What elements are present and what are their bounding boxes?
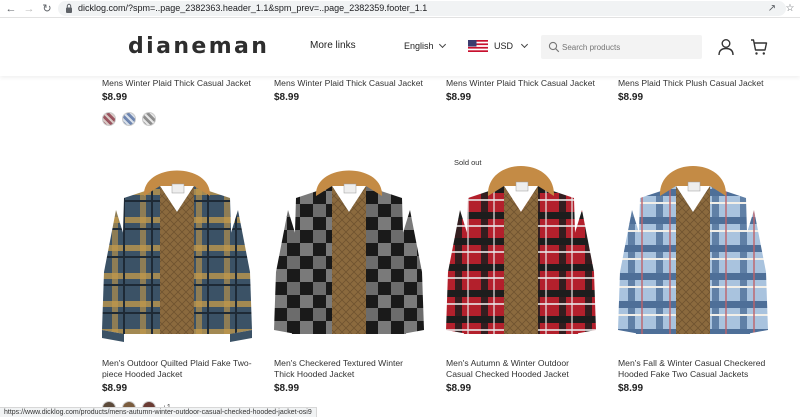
language-label: English (404, 41, 434, 51)
store-logo[interactable]: dianeman (128, 34, 269, 59)
product-price: $8.99 (274, 92, 300, 103)
product-title[interactable]: Men's Checkered Textured Winter Thick Ho… (274, 358, 424, 380)
share-icon[interactable]: ↗ (766, 3, 778, 15)
product-card[interactable]: Mens Winter Plaid Thick Casual Jacket $8… (274, 78, 424, 104)
product-title[interactable]: Mens Winter Plaid Thick Casual Jacket (102, 78, 252, 89)
browser-toolbar: ← → ↻ dicklog.com/?spm=..page_2382363.he… (0, 0, 800, 18)
product-card[interactable]: Men's Fall & Winter Casual Checkered Hoo… (618, 358, 768, 395)
bookmark-star-icon[interactable]: ☆ (784, 3, 796, 15)
cart-icon[interactable] (750, 38, 768, 56)
address-url[interactable]: dicklog.com/?spm=..page_2382363.header_1… (78, 3, 427, 14)
search-input[interactable] (562, 41, 697, 53)
product-title[interactable]: Men's Outdoor Quilted Plaid Fake Two-pie… (102, 358, 252, 380)
currency-label: USD (494, 41, 514, 51)
chevron-down-icon (520, 40, 529, 49)
product-title[interactable]: Men's Fall & Winter Casual Checkered Hoo… (618, 358, 768, 380)
product-card[interactable]: Men's Autumn & Winter Outdoor Casual Che… (446, 358, 596, 395)
product-price: $8.99 (102, 92, 128, 103)
product-card[interactable]: Mens Winter Plaid Thick Casual Jacket $8… (102, 78, 252, 126)
currency-selector[interactable]: USD (494, 40, 529, 51)
product-price: $8.99 (618, 383, 644, 394)
color-swatch[interactable] (122, 112, 136, 126)
product-price: $8.99 (618, 92, 644, 103)
product-price: $8.99 (102, 383, 128, 394)
color-swatch[interactable] (142, 112, 156, 126)
color-swatches (102, 112, 252, 126)
product-title[interactable]: Mens Plaid Thick Plush Casual Jacket (618, 78, 768, 89)
product-card[interactable]: Mens Winter Plaid Thick Casual Jacket $8… (446, 78, 596, 104)
product-image[interactable] (618, 152, 768, 348)
product-card[interactable]: Men's Checkered Textured Winter Thick Ho… (274, 358, 424, 395)
search-box[interactable] (541, 35, 702, 59)
more-links-menu[interactable]: More links (310, 40, 356, 51)
back-arrow-icon[interactable]: ← (5, 3, 17, 15)
product-card[interactable]: Mens Plaid Thick Plush Casual Jacket $8.… (618, 78, 768, 104)
product-image[interactable] (446, 152, 596, 348)
product-title[interactable]: Mens Winter Plaid Thick Casual Jacket (446, 78, 596, 89)
forward-arrow-icon[interactable]: → (23, 3, 35, 15)
lock-icon (66, 3, 72, 13)
product-price: $8.99 (274, 383, 300, 394)
product-image[interactable] (274, 152, 424, 348)
product-title[interactable]: Men's Autumn & Winter Outdoor Casual Che… (446, 358, 596, 380)
sold-out-badge: Sold out (454, 158, 482, 167)
chevron-down-icon (438, 40, 446, 49)
color-swatch[interactable] (102, 112, 116, 126)
product-image[interactable] (102, 152, 252, 348)
search-icon (548, 41, 560, 53)
product-price: $8.99 (446, 92, 472, 103)
store-header: dianeman More links English USD (0, 18, 800, 76)
language-selector[interactable]: English (404, 40, 446, 51)
product-title[interactable]: Mens Winter Plaid Thick Casual Jacket (274, 78, 424, 89)
user-account-icon[interactable] (717, 38, 735, 56)
reload-icon[interactable]: ↻ (41, 3, 53, 15)
product-price: $8.99 (446, 383, 472, 394)
us-flag-icon (468, 40, 488, 52)
